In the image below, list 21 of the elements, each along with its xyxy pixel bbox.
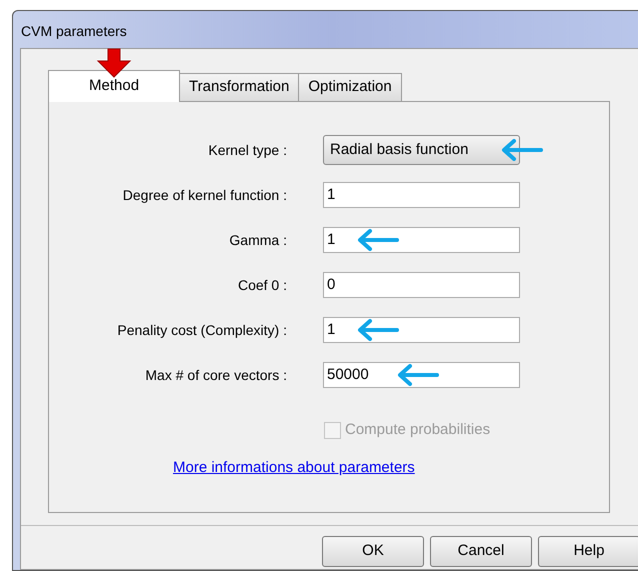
input-field[interactable]: 1 (323, 317, 520, 343)
field-label: Gamma : (228, 230, 287, 250)
tab[interactable]: Optimization (298, 73, 402, 101)
field-label: Coef 0 : (236, 276, 287, 294)
input-field[interactable]: 1 (323, 227, 520, 253)
field-label: Penality cost (Complexity) : (116, 320, 287, 340)
tab[interactable]: Method (48, 70, 180, 102)
field-label: Max # of core vectors : (144, 366, 287, 384)
window-title: CVM parameters (20, 22, 128, 41)
input-field[interactable]: 0 (323, 272, 520, 298)
dialog-button[interactable]: Help (538, 536, 638, 567)
field-label: Kernel type : (207, 140, 287, 160)
input-field[interactable]: 1 (323, 182, 520, 208)
tab[interactable]: Transformation (179, 73, 300, 101)
dropdown[interactable]: Radial basis function (323, 135, 520, 165)
input-field[interactable]: 50000 (323, 362, 520, 388)
field-label: Degree of kernel function : (122, 186, 287, 205)
dialog-button[interactable]: Cancel (430, 536, 532, 567)
parameters-link[interactable]: More informations about parameters (173, 456, 415, 479)
checkbox-label: Compute probabilities (345, 420, 490, 440)
dialog-button[interactable]: OK (322, 536, 424, 567)
